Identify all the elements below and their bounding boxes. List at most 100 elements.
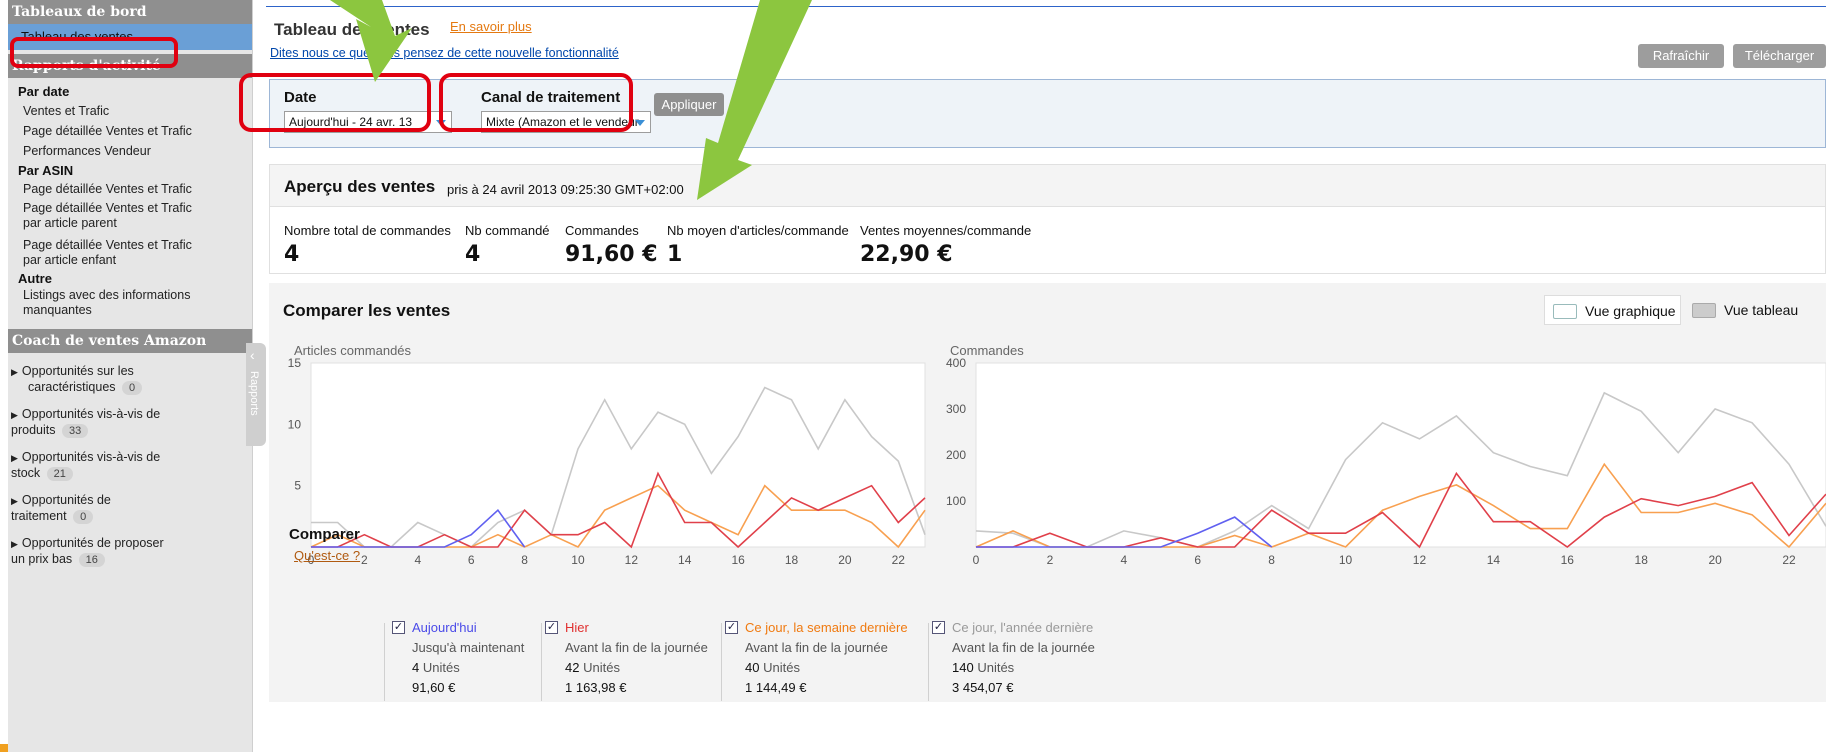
expand-triangle-icon: ▶ xyxy=(11,367,18,377)
coach-item-label: Opportunités de xyxy=(21,493,111,507)
x-tick-label: 22 xyxy=(1782,553,1796,567)
compare-label: Comparer xyxy=(289,526,360,543)
collapse-tab-label: Rapports xyxy=(248,371,260,416)
count-badge: 0 xyxy=(73,510,94,524)
compare-divider xyxy=(928,623,929,701)
y-tick-label: 5 xyxy=(294,479,301,493)
x-tick-label: 14 xyxy=(678,553,692,567)
feedback-link[interactable]: Dites nous ce que vous pensez de cette n… xyxy=(270,46,619,60)
overview-title: Aperçu des ventes xyxy=(284,177,436,196)
compare-toggle-today[interactable]: ✓ Aujourd'hui xyxy=(392,618,524,638)
metric-value-units-ordered: 4 xyxy=(465,242,481,267)
series-units: 42 xyxy=(565,660,580,675)
y-tick-label: 400 xyxy=(946,356,966,370)
metric-value-order-sales: 91,60 € xyxy=(565,242,658,267)
sidebar-collapse-tab[interactable]: ‹ Rapports xyxy=(246,343,266,446)
sidebar-section-by-asin: Par ASIN xyxy=(18,163,74,178)
units-word: Unités xyxy=(583,660,620,675)
sidebar-item-missing-info[interactable]: Listings avec des informations manquante… xyxy=(8,288,252,318)
compare-toggle-last-week[interactable]: ✓ Ce jour, la semaine dernière xyxy=(725,618,908,638)
compare-toggle-last-year[interactable]: ✓ Ce jour, l'année dernière xyxy=(932,618,1095,638)
coach-item-label: Opportunités sur les xyxy=(21,364,134,378)
coach-item-label: Opportunités de proposer xyxy=(21,536,164,550)
graph-view-label: Vue graphique xyxy=(1585,303,1676,319)
expand-triangle-icon: ▶ xyxy=(11,410,18,420)
metric-label-avg-sales: Ventes moyennes/commande xyxy=(860,223,1032,238)
x-tick-label: 18 xyxy=(1635,553,1649,567)
series-name: Ce jour, la semaine dernière xyxy=(745,620,908,635)
units-word: Unités xyxy=(763,660,800,675)
plot-area xyxy=(975,362,1826,548)
coach-item-label: traitement xyxy=(11,509,67,523)
compare-divider xyxy=(541,623,542,701)
coach-item-fulfillment[interactable]: ▶ Opportunités de traitement 0 xyxy=(8,493,252,524)
graph-view-button[interactable]: Vue graphique xyxy=(1544,295,1681,325)
top-rule xyxy=(266,6,1826,7)
x-tick-label: 6 xyxy=(468,553,475,567)
compare-col-yesterday: ✓ Hier Avant la fin de la journée 42 Unit… xyxy=(545,618,708,698)
whats-this-link[interactable]: Qu'est-ce ? xyxy=(294,548,360,563)
x-tick-label: 20 xyxy=(838,553,852,567)
checkbox-checked-icon: ✓ xyxy=(725,621,738,634)
sidebar-item-asin-parent[interactable]: Page détaillée Ventes et Trafic par arti… xyxy=(8,201,252,231)
metric-label-units-ordered: Nb commandé xyxy=(465,223,550,238)
download-button[interactable]: Télécharger xyxy=(1733,44,1826,68)
sidebar-item-detail-sales-traffic[interactable]: Page détaillée Ventes et Trafic xyxy=(8,121,252,141)
sales-overview-panel: Aperçu des ventes pris à 24 avril 2013 0… xyxy=(269,164,1826,274)
refresh-button[interactable]: Rafraîchir xyxy=(1638,44,1724,68)
main-content: Tableau des ventes En savoir plus Dites … xyxy=(239,0,1826,752)
x-tick-label: 4 xyxy=(1120,553,1127,567)
coach-item-low-price[interactable]: ▶ Opportunités de proposer un prix bas 16 xyxy=(8,536,252,567)
series-period: Avant la fin de la journée xyxy=(745,640,888,655)
count-badge: 16 xyxy=(78,553,105,567)
sidebar-item-label: Page détaillée Ventes et Trafic xyxy=(23,238,192,252)
count-badge: 33 xyxy=(61,424,89,438)
overview-header: Aperçu des ventes pris à 24 avril 2013 0… xyxy=(270,165,1825,207)
compare-divider xyxy=(721,623,722,701)
sidebar-header-coach: Coach de ventes Amazon xyxy=(8,329,252,353)
series-amount: 91,60 € xyxy=(412,680,456,695)
x-tick-label: 22 xyxy=(892,553,906,567)
sidebar-item-seller-performance[interactable]: Performances Vendeur xyxy=(8,141,252,161)
coach-item-stock[interactable]: ▶ Opportunités vis-à-vis de stock 21 xyxy=(8,450,252,481)
sidebar-item-sales-traffic[interactable]: Ventes et Trafic xyxy=(8,102,252,121)
x-tick-label: 20 xyxy=(1708,553,1722,567)
x-tick-label: 8 xyxy=(1268,553,1275,567)
annotation-ring-channel xyxy=(439,73,633,132)
metric-value-avg-sales: 22,90 € xyxy=(860,242,953,267)
expand-triangle-icon: ▶ xyxy=(11,496,18,506)
x-tick-label: 16 xyxy=(1561,553,1575,567)
y-tick-label: 15 xyxy=(288,356,302,370)
compare-toggle-yesterday[interactable]: ✓ Hier xyxy=(545,618,708,638)
table-view-button[interactable]: Vue tableau xyxy=(1684,295,1814,325)
metric-label-avg-units: Nb moyen d'articles/commande xyxy=(667,223,849,238)
sidebar-item-label: manquantes xyxy=(23,303,92,317)
annotation-ring-sidebar xyxy=(10,37,178,68)
count-badge: 0 xyxy=(122,381,143,395)
coach-item-label: Opportunités vis-à-vis de xyxy=(21,450,161,464)
table-icon xyxy=(1692,303,1716,318)
series-name: Ce jour, l'année dernière xyxy=(952,620,1094,635)
coach-item-label: produits xyxy=(11,423,56,437)
x-tick-label: 16 xyxy=(731,553,745,567)
series-units: 4 xyxy=(412,660,420,675)
sidebar-item-label: Page détaillée Ventes et Trafic xyxy=(23,201,192,215)
line-chart-icon xyxy=(1553,304,1577,319)
plot-area xyxy=(310,362,926,548)
coach-item-label: Opportunités vis-à-vis de xyxy=(21,407,161,421)
x-tick-label: 12 xyxy=(625,553,639,567)
x-tick-label: 8 xyxy=(521,553,528,567)
checkbox-checked-icon: ✓ xyxy=(545,621,558,634)
sidebar-item-asin-detail[interactable]: Page détaillée Ventes et Trafic xyxy=(8,180,252,198)
sidebar-item-asin-child[interactable]: Page détaillée Ventes et Trafic par arti… xyxy=(8,238,252,268)
annotation-ring-date xyxy=(239,73,431,132)
learn-more-link[interactable]: En savoir plus xyxy=(450,19,532,34)
x-tick-label: 12 xyxy=(1413,553,1427,567)
compare-col-last-week: ✓ Ce jour, la semaine dernière Avant la f… xyxy=(725,618,908,698)
x-tick-label: 6 xyxy=(1194,553,1201,567)
sidebar-item-label: par article parent xyxy=(23,216,117,230)
coach-item-features[interactable]: ▶ Opportunités sur les caractéristiques 0 xyxy=(8,364,252,395)
coach-item-products[interactable]: ▶ Opportunités vis-à-vis de produits 33 xyxy=(8,407,252,438)
series-units: 140 xyxy=(952,660,974,675)
apply-button[interactable]: Appliquer xyxy=(654,93,724,116)
